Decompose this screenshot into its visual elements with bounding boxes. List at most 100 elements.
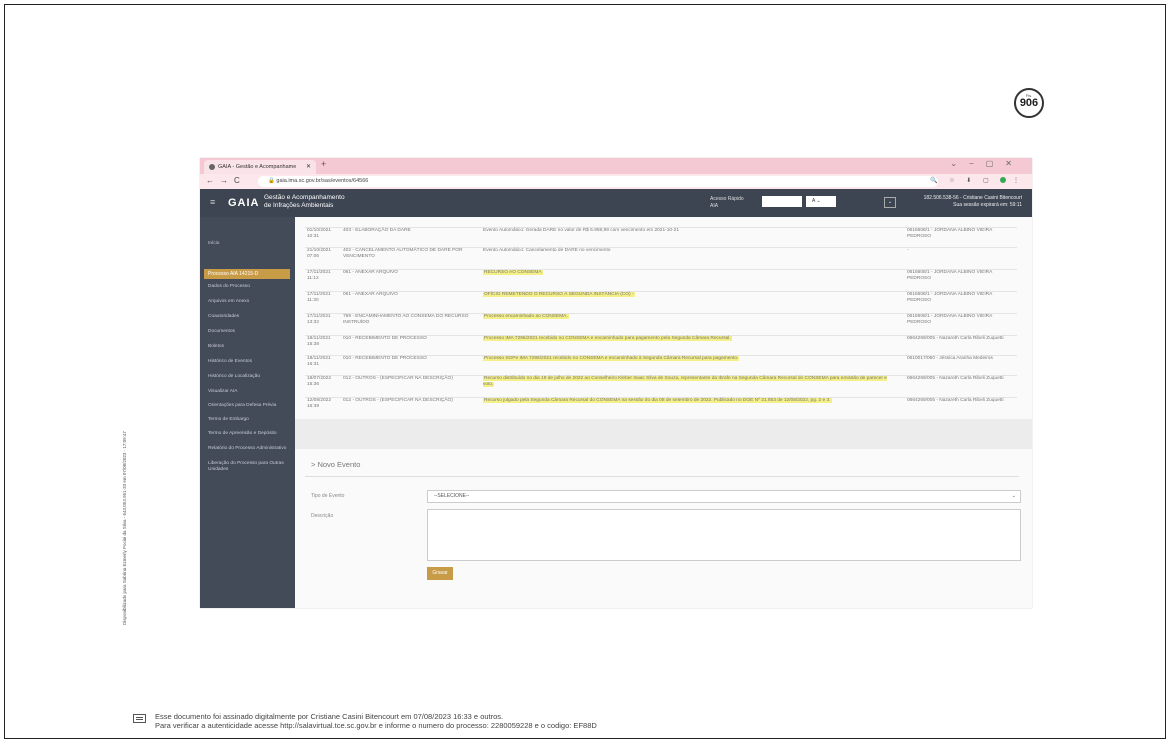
sidebar-item-inicio[interactable]: Início: [208, 241, 290, 247]
url-field[interactable]: 🔒 gaia.ima.sc.gov.br/sas/eventos/64566: [258, 176, 938, 187]
highlighted-text: Processo SGPe IMA 7296/2021 recebido no …: [483, 356, 740, 361]
embedded-screenshot: GAIA - Gestão e Acompanhame ✕ + ⌄−▢✕ ←→C…: [200, 158, 1032, 608]
event-type: 010 - RECEBIMENTO DE PROCESSO: [343, 356, 427, 361]
event-description: Processo encaminhado ao CONSEMA.: [483, 314, 897, 320]
chevron-down-icon: ⌄: [1011, 493, 1016, 499]
sidebar-item-coautoridades[interactable]: Coautoridades: [208, 314, 290, 320]
event-date: 01/10/2021 10:31: [307, 228, 332, 239]
event-type: 403 - ELABORAÇÃO DA DARE: [343, 228, 411, 233]
sidebar-item-historico-localizacao[interactable]: Histórico de Localização: [208, 374, 290, 380]
event-user: -: [907, 248, 909, 253]
event-description: RECURSO AO CONSEMA: [483, 270, 897, 276]
description-textarea[interactable]: [427, 509, 1021, 561]
footer-line2: Para verificar a autenticidade acesse ht…: [155, 721, 597, 730]
url-text: gaia.ima.sc.gov.br/sas/eventos/64566: [276, 178, 369, 184]
sidebar-item-boletos[interactable]: Boletos: [208, 344, 290, 350]
save-button[interactable]: Gravar: [427, 567, 453, 580]
event-description: Evento Automático: Gerada DARE no valor …: [483, 228, 679, 233]
user-menu-button[interactable]: ⌄: [884, 197, 896, 208]
highlighted-text: RECURSO AO CONSEMA: [483, 270, 543, 275]
event-type: 061 - ANEXAR ARQUIVO: [343, 292, 398, 297]
highlighted-text: Recurso distribuído no dia 19 de julho d…: [483, 376, 887, 387]
event-user: 0616608/1 - JORDANA ALBINO VIEIRA PEDROS…: [907, 314, 993, 325]
document-icon: [133, 714, 146, 723]
quick-access-line1: Acesso Rápido: [710, 196, 744, 202]
sidebar-item-relatorio[interactable]: Relatório do Processo Administrativo: [208, 446, 290, 452]
event-type: 012 - OUTROS - (ESPECIFICAR NA DESCRIÇÃO…: [343, 376, 453, 381]
event-user: 0664269/005 - Nazareth Carla Ribeli Zuqu…: [907, 398, 1004, 403]
sidebar-item-arquivos[interactable]: Arquivos em Anexo: [208, 299, 290, 305]
side-disclaimer: Disponibilizado para Sabrina Ezmerly Poc…: [122, 431, 127, 625]
table-row: 18/11/2021 16:31 010 - RECEBIMENTO DE PR…: [305, 355, 1017, 376]
window-controls[interactable]: ⌄−▢✕: [950, 159, 1024, 168]
footer-text: Esse documento foi assinado digitalmente…: [155, 712, 597, 730]
table-row: 18/07/2022 15:36 012 - OUTROS - (ESPECIF…: [305, 375, 1017, 398]
event-date: 17/11/2021 13:32: [307, 314, 331, 325]
sidebar-item-historico-eventos[interactable]: Histórico de Eventos: [208, 359, 290, 365]
app-header: ≡ GAIA Gestão e Acompanhamento de Infraç…: [200, 189, 1032, 217]
table-row: 18/11/2021 15:38 010 - RECEBIMENTO DE PR…: [305, 335, 1017, 356]
table-row: 01/10/2021 10:31 403 - ELABORAÇÃO DA DAR…: [305, 227, 1017, 248]
close-tab-icon[interactable]: ✕: [306, 160, 311, 174]
menu-icon[interactable]: ≡: [210, 197, 215, 207]
quick-access-label: Acesso Rápido AIA: [710, 196, 744, 210]
sidebar-item-termo-apreensao[interactable]: Termo de Apreensão e Depósito: [208, 431, 290, 437]
quick-access-select[interactable]: A ⌄: [806, 196, 836, 207]
event-type: 012 - OUTROS - (ESPECIFICAR NA DESCRIÇÃO…: [343, 398, 453, 403]
browser-tab[interactable]: GAIA - Gestão e Acompanhame ✕: [204, 160, 316, 174]
event-user: 0664269/005 - Nazareth Carla Ribeli Zuqu…: [907, 376, 1004, 381]
profile-icon[interactable]: [1000, 177, 1007, 184]
user-name: 182.506.538-56 - Cristiane Casini Bitenc…: [923, 195, 1022, 201]
app-logo[interactable]: GAIA: [228, 197, 260, 209]
main-content: 01/10/2021 10:31 403 - ELABORAÇÃO DA DAR…: [295, 217, 1032, 608]
session-timer: Sua sessão expirará em: 59:11: [953, 202, 1022, 208]
highlighted-text: OFÍCIO REMETENDO O RECURSO À SEGUNDA INS…: [483, 292, 635, 297]
browser-toolbar-icons[interactable]: 🔍 ☆ ⬇ ▢ ⋮: [930, 177, 1024, 184]
table-row: 17/11/2021 13:32 769 - ENCAMINHAMENTO AO…: [305, 313, 1017, 336]
table-row: 17/11/2021 11:12 061 - ANEXAR ARQUIVO RE…: [305, 269, 1017, 292]
sidebar-item-liberacao[interactable]: Liberação do Processo para Outras Unidad…: [208, 461, 290, 473]
event-date: 17/11/2021 11:30: [307, 292, 331, 303]
sidebar-item-processo[interactable]: Processo AIA 14215-D: [204, 269, 290, 279]
event-type-select[interactable]: --SELECIONE-- ⌄: [427, 490, 1021, 503]
sidebar-item-visualizar-aia[interactable]: Visualizar AIA: [208, 389, 290, 395]
app-subtitle-line1: Gestão e Acompanhamento: [264, 194, 345, 201]
divider: [305, 476, 1019, 477]
app-subtitle-line2: de Infrações Ambientais: [264, 202, 334, 209]
event-description: Evento Automático: Cancelamento de DARE …: [483, 248, 611, 253]
nav-buttons[interactable]: ←→C: [206, 176, 246, 185]
table-row: 12/08/2022 16:39 012 - OUTROS - (ESPECIF…: [305, 397, 1017, 420]
description-label: Descrição: [311, 513, 334, 519]
sidebar-item-documentos[interactable]: Documentos: [208, 329, 290, 335]
event-description: OFÍCIO REMETENDO O RECURSO À SEGUNDA INS…: [483, 292, 897, 298]
event-date: 21/10/2021 07:06: [307, 248, 332, 259]
sidebar-item-termo-embargo[interactable]: Termo de Embargo: [208, 417, 290, 423]
quick-access-input[interactable]: [762, 196, 802, 207]
sidebar: Início Processo AIA 14215-D Dados do Pro…: [200, 217, 295, 608]
tab-title: GAIA - Gestão e Acompanhame: [218, 164, 297, 170]
app-subtitle: Gestão e Acompanhamento de Infrações Amb…: [264, 194, 345, 210]
footer-line1: Esse documento foi assinado digitalmente…: [155, 712, 504, 721]
highlighted-text: Recurso julgado pela Segunda Câmara Recu…: [483, 398, 832, 403]
sidebar-item-orientacoes[interactable]: Orientações para Defesa Prévia: [208, 403, 290, 409]
new-event-title: > Novo Evento: [311, 460, 361, 469]
table-row: 21/10/2021 07:06 402 - CANCELAMENTO AUTO…: [305, 247, 1017, 270]
event-user: 0616608/1 - JORDANA ALBINO VIEIRA PEDROS…: [907, 270, 993, 281]
event-type-value: --SELECIONE--: [434, 493, 470, 499]
highlighted-text: Processo IMA 7296/2021 recebido no CONSE…: [483, 336, 732, 341]
event-date: 12/08/2022 16:39: [307, 398, 332, 409]
stamp-number: 906: [1019, 97, 1039, 109]
table-row: 17/11/2021 11:30 061 - ANEXAR ARQUIVO OF…: [305, 291, 1017, 314]
event-user: 0610017/050 - Jéssica Aranha Medeiros: [907, 356, 993, 361]
event-date: 18/11/2021 15:38: [307, 336, 331, 347]
quick-access-line2: AIA: [710, 203, 719, 209]
event-date: 17/11/2021 11:12: [307, 270, 331, 281]
page-number-stamp: Fls. 906: [1014, 88, 1044, 118]
event-type: 061 - ANEXAR ARQUIVO: [343, 270, 398, 275]
new-tab-icon[interactable]: +: [321, 159, 326, 169]
event-user: 0664269/005 - Nazareth Carla Ribeli Zuqu…: [907, 336, 1004, 341]
quick-select-value: A: [812, 198, 816, 204]
event-user: 0616608/1 - JORDANA ALBINO VIEIRA PEDROS…: [907, 292, 993, 303]
sidebar-item-dados[interactable]: Dados do Processo: [208, 284, 290, 290]
event-description: Recurso distribuído no dia 19 de julho d…: [483, 376, 897, 388]
